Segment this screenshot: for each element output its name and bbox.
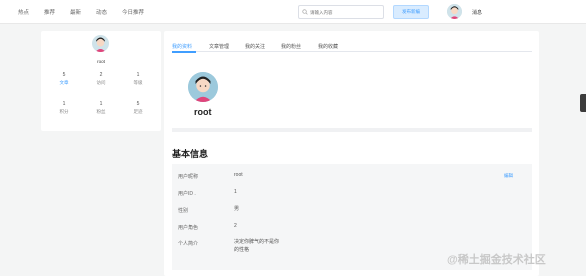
info-value-bio-line2: 的性格 [234,247,250,253]
info-value-nickname: root [234,172,243,178]
info-value-bio: 决定你脾气的不是你 [234,239,280,245]
side-panel-handle[interactable] [580,94,586,112]
nav-item-dynamic[interactable]: 动态 [96,8,107,16]
info-label-gender: 性别 [178,208,189,214]
publish-button[interactable]: 发布新编 [393,5,429,19]
nav-item-latest[interactable]: 最新 [70,8,81,16]
tab-my-profile[interactable]: 我的资料 [172,43,192,50]
edit-button[interactable]: 编辑 [504,173,513,179]
section-divider [172,128,532,132]
tab-my-fans[interactable]: 我的粉丝 [281,43,301,50]
stat-footprints[interactable]: 5 足迹 [123,100,153,116]
info-value-gender: 男 [234,206,240,212]
active-tab-indicator [172,51,196,53]
tab-divider [172,51,532,52]
stat-level[interactable]: 1 等级 [123,71,153,87]
nav-item-today[interactable]: 今日推荐 [122,8,144,16]
section-title-basic-info: 基本信息 [172,149,209,159]
tab-article-management[interactable]: 文章管理 [209,43,229,50]
user-avatar [92,35,109,52]
nav-item-hot[interactable]: 热点 [18,8,29,16]
username: root [97,59,105,64]
info-label-nickname: 用户昵称 [178,174,199,180]
top-navbar: 热点 推荐 最新 动态 今日推荐 发布新编 消息 [0,0,586,24]
profile-main-card: 我的资料 文章管理 我的关注 我的粉丝 我的收藏 root 基本信息 编辑 用户… [164,31,539,276]
search-input[interactable] [310,7,382,18]
info-value-role: 2 [234,223,237,229]
info-label-bio: 个人简介 [178,241,199,247]
avatar[interactable] [447,4,462,19]
stat-fans[interactable]: 1 粉丝 [86,100,116,116]
info-label-user-id: 用户ID . [178,191,196,197]
watermark: @稀土掘金技术社区 [447,254,546,266]
profile-name: root [194,107,212,117]
messages-link[interactable]: 消息 [472,9,482,16]
search-icon [302,9,308,15]
search-box[interactable] [298,5,384,19]
stat-visits[interactable]: 2 访问 [86,71,116,87]
info-value-user-id: 1 [234,189,237,195]
tab-my-following[interactable]: 我的关注 [245,43,265,50]
nav-item-recommend[interactable]: 推荐 [44,8,55,16]
stat-articles[interactable]: 5 文章 [49,71,79,87]
tab-my-favorites[interactable]: 我的收藏 [318,43,338,50]
profile-avatar [188,72,218,102]
user-summary-card: root 5 文章 2 访问 1 等级 1 积分 1 粉丝 5 足迹 [41,31,161,131]
stat-points[interactable]: 1 积分 [49,100,79,116]
info-label-role: 用户角色 [178,225,199,231]
